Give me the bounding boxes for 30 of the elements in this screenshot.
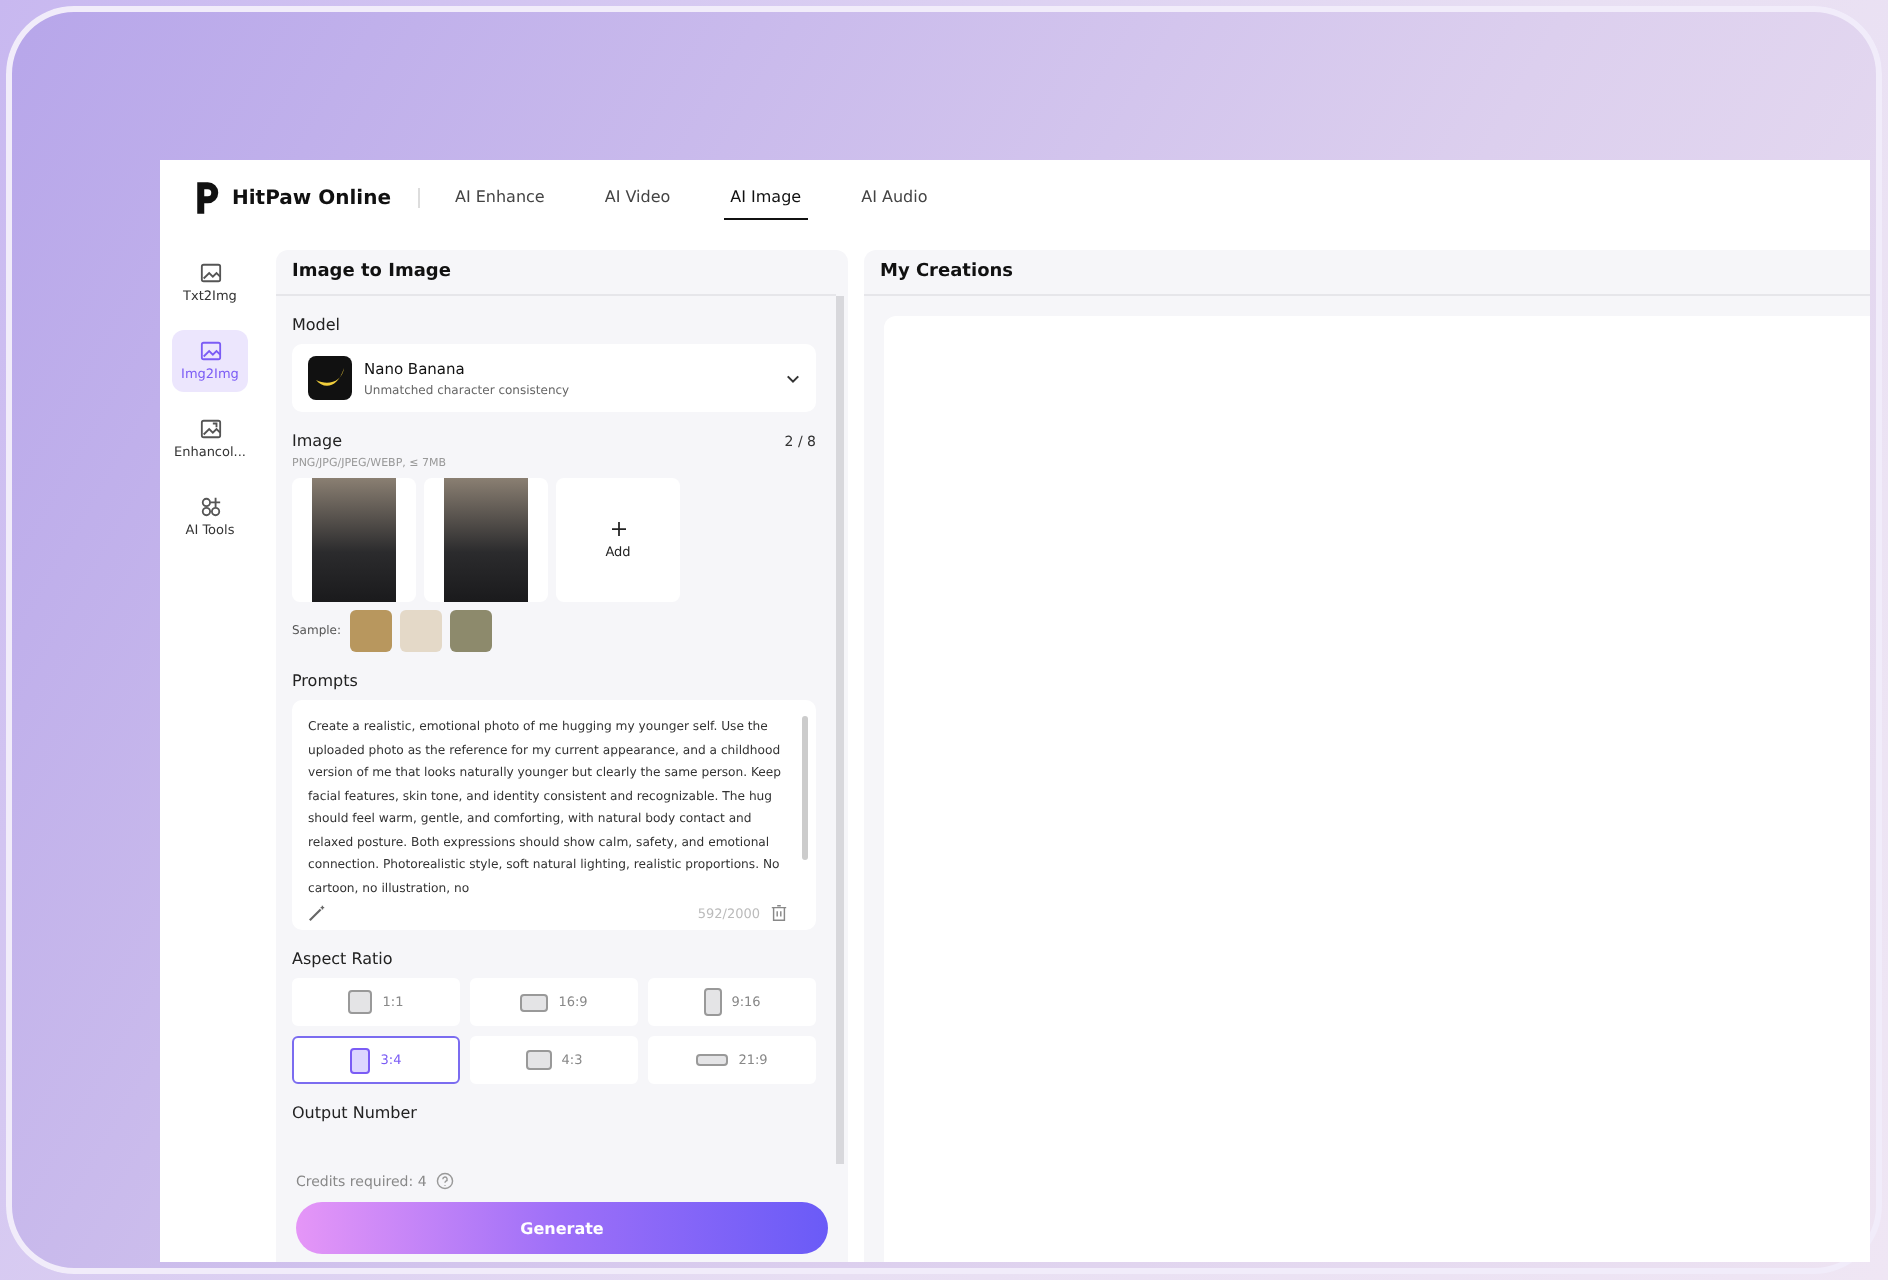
trash-icon[interactable] [770,904,788,922]
ratio-shape-icon [696,1054,729,1066]
magic-wand-icon[interactable] [308,904,326,922]
ratio-shape-icon [348,990,373,1014]
section-label: Model [292,316,343,334]
panel-title: Image to Image [276,250,836,296]
section-label: Aspect Ratio [292,950,395,968]
ratio-shape-icon [525,1050,552,1070]
help-icon[interactable] [436,1172,455,1190]
photo-placeholder [312,478,396,602]
section-label: Output Number [292,1104,419,1122]
section-label: Image [292,432,343,450]
photo-placeholder [444,478,528,602]
banana-icon [308,356,352,400]
logo-icon [192,180,220,216]
sample-thumbnail[interactable] [399,610,442,652]
brand-name: HitPaw Online [232,187,391,209]
nav-tab[interactable]: AI Enhance [448,176,551,220]
plus-icon [611,521,625,535]
sample-thumbnail[interactable] [449,610,492,652]
ratio-shape-icon [350,1047,371,1073]
nav-tab[interactable]: AI Audio [855,176,934,220]
panel-title: My Creations [864,250,1870,296]
ratio-shape-icon [703,988,722,1016]
ratio-shape-icon [520,993,549,1011]
nav-tab[interactable]: AI Image [724,176,808,220]
chevron-down-icon [786,373,800,383]
sample-thumbnail[interactable] [349,610,392,652]
section-label: Prompts [292,672,360,690]
nav-tab[interactable]: AI Video [598,176,677,220]
